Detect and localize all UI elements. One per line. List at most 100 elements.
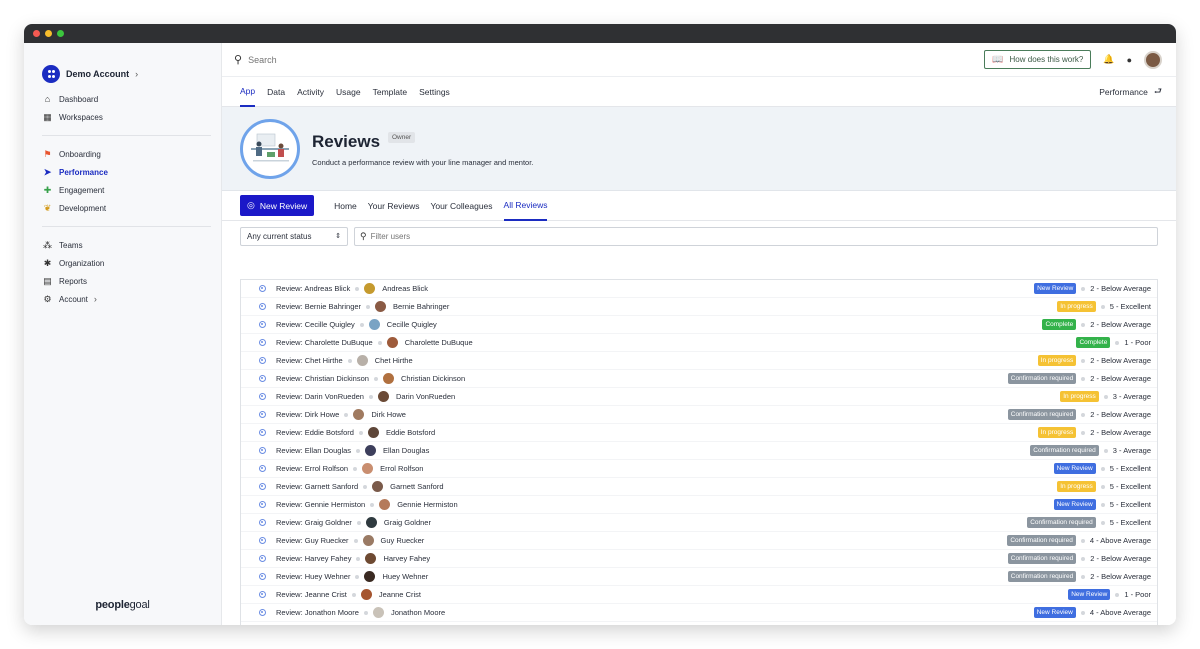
table-row[interactable]: Review: Harvey Fahey Harvey Fahey Confirma… <box>241 550 1157 568</box>
review-title[interactable]: Review: Dirk Howe <box>276 410 339 419</box>
review-title[interactable]: Review: Graig Goldner <box>276 518 352 527</box>
avatar <box>367 427 379 438</box>
table-row[interactable]: Review: Gennie Hermiston Gennie Hermiston… <box>241 496 1157 514</box>
separator-dot <box>1081 286 1086 291</box>
review-title[interactable]: Review: Garnett Sanford <box>276 482 358 491</box>
subtab-your-colleagues[interactable]: Your Colleagues <box>430 191 492 221</box>
sidebar-item-development[interactable]: ❦ Development <box>42 199 221 217</box>
review-title[interactable]: Review: Jonathon Moore <box>276 608 359 617</box>
review-target-icon <box>259 573 266 580</box>
org-icon: ✱ <box>43 257 52 268</box>
status-badge: Complete <box>1076 337 1111 348</box>
review-title[interactable]: Review: Errol Rolfson <box>276 464 348 473</box>
close-window-button[interactable] <box>33 30 40 37</box>
review-title[interactable]: Review: Huey Wehner <box>276 572 350 581</box>
sidebar-item-workspaces[interactable]: ▦ Workspaces <box>42 108 221 126</box>
send-icon: ➤ <box>43 166 52 177</box>
sidebar-item-organization[interactable]: ✱ Organization <box>42 254 221 272</box>
tab-app[interactable]: App <box>240 77 256 107</box>
review-title[interactable]: Review: Harvey Fahey <box>276 554 351 563</box>
status-filter-select[interactable]: Any current status ⇕ <box>240 226 348 246</box>
review-title[interactable]: Review: Darin VonRueden <box>276 392 364 401</box>
score-label: 2 - Below Average <box>1090 554 1151 563</box>
tab-activity[interactable]: Activity <box>297 77 324 107</box>
subtab-your-reviews[interactable]: Your Reviews <box>368 191 420 221</box>
maximize-window-button[interactable] <box>57 30 64 37</box>
tab-usage[interactable]: Usage <box>336 77 361 107</box>
status-badge: New Review <box>1033 607 1076 618</box>
table-row[interactable]: Review: Guy Ruecker Guy Ruecker Confirmati… <box>241 532 1157 550</box>
review-target-icon <box>259 465 266 472</box>
status-badge: Confirmation required <box>1007 535 1076 546</box>
new-review-button[interactable]: ◎ New Review <box>240 195 315 216</box>
search-icon: ⚲ <box>360 230 367 241</box>
separator-dot <box>1103 394 1108 399</box>
review-title[interactable]: Review: Jeanne Crist <box>276 590 347 599</box>
user-avatar[interactable] <box>1144 50 1162 69</box>
separator-dot <box>1081 376 1086 381</box>
search-input[interactable] <box>248 54 985 65</box>
reviewee-name: Jonathon Moore <box>390 608 446 617</box>
table-row[interactable]: Review: Jeanne Crist Jeanne Crist New Revi… <box>241 586 1157 604</box>
tab-settings[interactable]: Settings <box>419 77 450 107</box>
sidebar-item-label: Organization <box>59 258 105 268</box>
subtab-all-reviews[interactable]: All Reviews <box>503 191 548 221</box>
review-title[interactable]: Review: Guy Ruecker <box>276 536 349 545</box>
table-row[interactable]: Review: Christian Dickinson Christian Dic… <box>241 370 1157 388</box>
review-title[interactable]: Review: Charolette DuBuque <box>276 338 373 347</box>
filter-users-input[interactable] <box>370 231 1152 241</box>
sidebar-item-dashboard[interactable]: ⌂ Dashboard <box>42 90 221 108</box>
reviewee-name: Huey Wehner <box>382 572 429 581</box>
table-row[interactable]: Review: Jonathon BorerJonathon BorerNew … <box>241 622 1157 625</box>
review-title[interactable]: Review: Andreas Blick <box>276 284 350 293</box>
review-title[interactable]: Review: Eddie Botsford <box>276 428 354 437</box>
subtab-home[interactable]: Home <box>334 191 357 221</box>
sidebar-item-reports[interactable]: ▤ Reports <box>42 272 221 290</box>
tab-template[interactable]: Template <box>373 77 408 107</box>
bell-icon[interactable]: 🔔 <box>1103 54 1114 65</box>
review-title[interactable]: Review: Gennie Hermiston <box>276 500 365 509</box>
score-label: 2 - Below Average <box>1090 320 1151 329</box>
table-row[interactable]: Review: Charolette DuBuque Charolette DuB… <box>241 334 1157 352</box>
tab-data[interactable]: Data <box>267 77 285 107</box>
table-row[interactable]: Review: Ellan Douglas Ellan Douglas Confir… <box>241 442 1157 460</box>
reviewee-name: Eddie Botsford <box>385 428 436 437</box>
table-row[interactable]: Review: Chet Hirthe Chet Hirthe In progres… <box>241 352 1157 370</box>
reports-icon: ▤ <box>43 275 52 286</box>
owner-badge: Owner <box>388 132 416 143</box>
table-row[interactable]: Review: Graig Goldner Graig Goldner Confir… <box>241 514 1157 532</box>
sidebar-item-teams[interactable]: ⁂ Teams <box>42 236 221 254</box>
how-does-this-work-button[interactable]: 📖 How does this work? <box>984 50 1092 69</box>
table-row[interactable]: Review: Errol Rolfson Errol Rolfson New Re… <box>241 460 1157 478</box>
sidebar-item-onboarding[interactable]: ⚑ Onboarding <box>42 145 221 163</box>
table-row[interactable]: Review: Cecille Quigley Cecille Quigley Co… <box>241 316 1157 334</box>
filter-users-field[interactable]: ⚲ <box>354 226 1158 246</box>
score-label: 5 - Excellent <box>1109 302 1151 311</box>
avatar <box>364 571 376 582</box>
review-title[interactable]: Review: Bernie Bahringer <box>276 302 361 311</box>
separator-dot <box>359 322 364 327</box>
review-title[interactable]: Review: Chet Hirthe <box>276 356 343 365</box>
review-title[interactable]: Review: Christian Dickinson <box>276 374 369 383</box>
table-row[interactable]: Review: Jonathon Moore Jonathon Moore New … <box>241 604 1157 622</box>
table-row[interactable]: Review: Dirk Howe Dirk Howe Confirmation r… <box>241 406 1157 424</box>
sidebar-item-performance[interactable]: ➤ Performance <box>42 163 221 181</box>
minimize-window-button[interactable] <box>45 30 52 37</box>
review-title[interactable]: Review: Cecille Quigley <box>276 320 355 329</box>
table-row[interactable]: Review: Darin VonRueden Darin VonRueden In… <box>241 388 1157 406</box>
table-row[interactable]: Review: Andreas Blick Andreas Blick New Re… <box>241 280 1157 298</box>
review-target-icon <box>259 555 266 562</box>
separator-dot <box>1100 502 1105 507</box>
review-title[interactable]: Review: Ellan Douglas <box>276 446 351 455</box>
table-row[interactable]: Review: Eddie Botsford Eddie Botsford In p… <box>241 424 1157 442</box>
reviewee-name: Ellan Douglas <box>383 446 430 455</box>
table-row[interactable]: Review: Bernie Bahringer Bernie Bahringer… <box>241 298 1157 316</box>
sidebar-item-account[interactable]: ⚙ Account › <box>42 290 221 308</box>
sidebar-item-engagement[interactable]: ✚ Engagement <box>42 181 221 199</box>
account-switcher[interactable]: Demo Account › <box>24 43 221 90</box>
performance-switch[interactable]: Performance ⮐ <box>1099 77 1162 107</box>
review-target-icon <box>259 411 266 418</box>
table-row[interactable]: Review: Huey Wehner Huey Wehner Confirmati… <box>241 568 1157 586</box>
table-row[interactable]: Review: Garnett Sanford Garnett Sanford In… <box>241 478 1157 496</box>
lightbulb-icon[interactable]: ● <box>1127 55 1132 65</box>
